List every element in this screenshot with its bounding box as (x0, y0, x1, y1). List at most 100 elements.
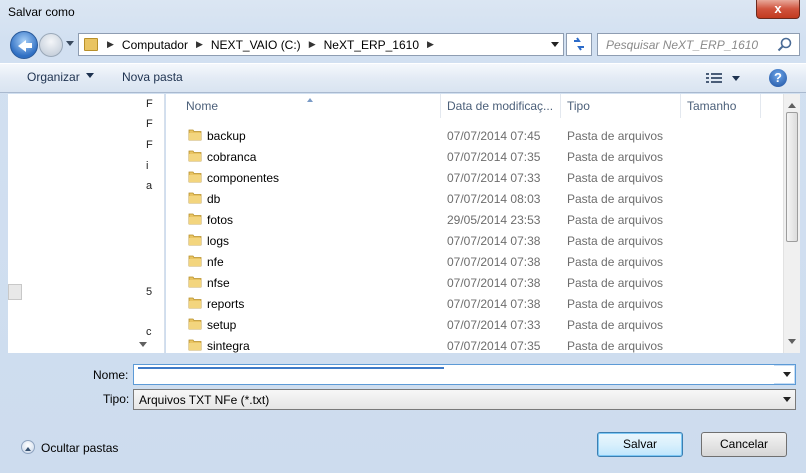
file-row[interactable]: logs 07/07/2014 07:38 Pasta de arquivos (166, 230, 783, 251)
file-date: 07/07/2014 07:33 (447, 318, 541, 332)
window-title: Salvar como (8, 5, 75, 19)
file-date: 29/05/2014 23:53 (447, 213, 541, 227)
file-name: componentes (207, 171, 280, 185)
close-button[interactable]: x (756, 0, 800, 19)
back-button[interactable] (10, 31, 38, 59)
save-button[interactable]: Salvar (597, 432, 683, 457)
file-type-select[interactable]: Arquivos TXT NFe (*.txt) (133, 389, 796, 410)
scroll-thumb[interactable] (786, 112, 798, 242)
file-date: 07/07/2014 07:38 (447, 255, 541, 269)
file-row[interactable]: nfe 07/07/2014 07:38 Pasta de arquivos (166, 251, 783, 272)
search-placeholder: Pesquisar NeXT_ERP_1610 (606, 38, 759, 52)
chevron-right-icon[interactable]: ▶ (196, 39, 203, 50)
breadcrumb-drive[interactable]: NEXT_VAIO (C:) (211, 38, 301, 52)
view-options-icon[interactable] (706, 72, 722, 84)
folder-icon (188, 339, 202, 351)
folder-icon (188, 129, 202, 141)
cancel-button[interactable]: Cancelar (701, 432, 787, 457)
column-header-size[interactable]: Tamanho (679, 94, 761, 118)
nav-scroll-down-icon[interactable] (139, 342, 147, 351)
folder-icon (188, 255, 202, 267)
file-name: setup (207, 318, 237, 332)
sort-ascending-icon (307, 95, 313, 102)
file-type-value: Arquivos TXT NFe (*.txt) (139, 393, 270, 407)
file-row[interactable]: componentes 07/07/2014 07:33 Pasta de arqu… (166, 167, 783, 188)
file-name-field[interactable] (133, 364, 796, 385)
file-name-label: Nome: (93, 368, 129, 382)
organize-button[interactable]: Organizar (27, 70, 94, 84)
help-icon[interactable]: ? (769, 69, 787, 87)
folder-icon (84, 38, 98, 51)
title-bar: Salvar como x (0, 0, 806, 26)
file-date: 07/07/2014 08:03 (447, 192, 541, 206)
file-name: reports (207, 297, 245, 311)
search-icon[interactable] (777, 37, 793, 53)
view-dropdown-icon[interactable] (732, 76, 740, 85)
file-date: 07/07/2014 07:38 (447, 234, 541, 248)
save-as-dialog: Salvar como x ▶ Computador ▶ NEXT_VAIO (… (0, 0, 806, 473)
column-header-date[interactable]: Data de modificaç... (439, 94, 561, 118)
chevron-right-icon[interactable]: ▶ (427, 39, 434, 50)
nav-item-fragment[interactable]: i (146, 160, 148, 172)
new-folder-button[interactable]: Nova pasta (122, 70, 183, 84)
file-row[interactable]: cobranca 07/07/2014 07:35 Pasta de arquivo… (166, 146, 783, 167)
file-row[interactable]: fotos 29/05/2014 23:53 Pasta de arquivos (166, 209, 783, 230)
file-date: 07/07/2014 07:33 (447, 171, 541, 185)
column-header-type[interactable]: Tipo (559, 94, 681, 118)
nav-item-fragment[interactable]: c (146, 326, 152, 338)
address-bar[interactable]: ▶ Computador ▶ NEXT_VAIO (C:) ▶ NeXT_ERP… (78, 33, 564, 56)
file-type-label: Tipo: (103, 392, 130, 406)
file-type: Pasta de arquivos (567, 297, 664, 311)
vertical-scrollbar[interactable] (783, 94, 800, 353)
file-date: 07/07/2014 07:38 (447, 297, 541, 311)
organize-label: Organizar (27, 70, 80, 84)
nav-item-fragment[interactable]: F (146, 118, 153, 130)
nav-scroll-thumb[interactable] (8, 284, 22, 300)
chevron-right-icon[interactable]: ▶ (309, 39, 316, 50)
refresh-icon (574, 37, 584, 51)
file-row[interactable]: backup 07/07/2014 07:45 Pasta de arquivos (166, 125, 783, 146)
scroll-down-icon[interactable] (788, 339, 796, 348)
file-row[interactable]: sintegra 07/07/2014 07:35 Pasta de arquivo… (166, 335, 783, 353)
chevron-down-icon (85, 73, 94, 82)
file-type: Pasta de arquivos (567, 171, 664, 185)
file-name: nfse (207, 276, 230, 290)
forward-button[interactable] (39, 33, 63, 57)
history-dropdown-icon[interactable] (66, 41, 74, 50)
nav-item-fragment[interactable]: F (146, 98, 153, 110)
file-list: Nome Data de modificaç... Tipo Tamanho b… (166, 94, 800, 353)
nav-item-fragment[interactable]: a (146, 180, 152, 192)
breadcrumb-computer[interactable]: Computador (122, 38, 188, 52)
scroll-up-icon[interactable] (788, 99, 796, 108)
file-type: Pasta de arquivos (567, 213, 664, 227)
file-name: fotos (207, 213, 234, 227)
refresh-button[interactable] (566, 33, 592, 56)
nav-item-fragment[interactable]: F (146, 139, 153, 151)
search-input[interactable]: Pesquisar NeXT_ERP_1610 (597, 33, 800, 56)
file-type: Pasta de arquivos (567, 150, 664, 164)
chevron-down-icon[interactable] (783, 372, 791, 381)
file-type: Pasta de arquivos (567, 192, 664, 206)
toolbar: Organizar Nova pasta ? (0, 63, 806, 93)
file-row[interactable]: nfse 07/07/2014 07:38 Pasta de arquivos (166, 272, 783, 293)
file-date: 07/07/2014 07:35 (447, 150, 541, 164)
address-dropdown-icon[interactable] (551, 42, 559, 51)
folder-icon (188, 234, 202, 246)
folder-icon (188, 150, 202, 162)
file-type: Pasta de arquivos (567, 318, 664, 332)
breadcrumb-folder[interactable]: NeXT_ERP_1610 (324, 38, 419, 52)
hide-folders-icon[interactable] (21, 440, 35, 454)
folder-icon (188, 213, 202, 225)
file-row[interactable]: reports 07/07/2014 07:38 Pasta de arquivos (166, 293, 783, 314)
chevron-right-icon[interactable]: ▶ (107, 39, 114, 50)
file-date: 07/07/2014 07:45 (447, 129, 541, 143)
folder-icon (188, 192, 202, 204)
file-row[interactable]: setup 07/07/2014 07:33 Pasta de arquivos (166, 314, 783, 335)
file-name: logs (207, 234, 230, 248)
file-name: backup (207, 129, 246, 143)
nav-item-fragment[interactable]: 5 (146, 286, 152, 298)
file-row[interactable]: db 07/07/2014 08:03 Pasta de arquivos (166, 188, 783, 209)
file-name: db (207, 192, 221, 206)
navigation-pane[interactable]: F F F i a 5 c (8, 94, 165, 353)
hide-folders-button[interactable]: Ocultar pastas (41, 441, 118, 455)
